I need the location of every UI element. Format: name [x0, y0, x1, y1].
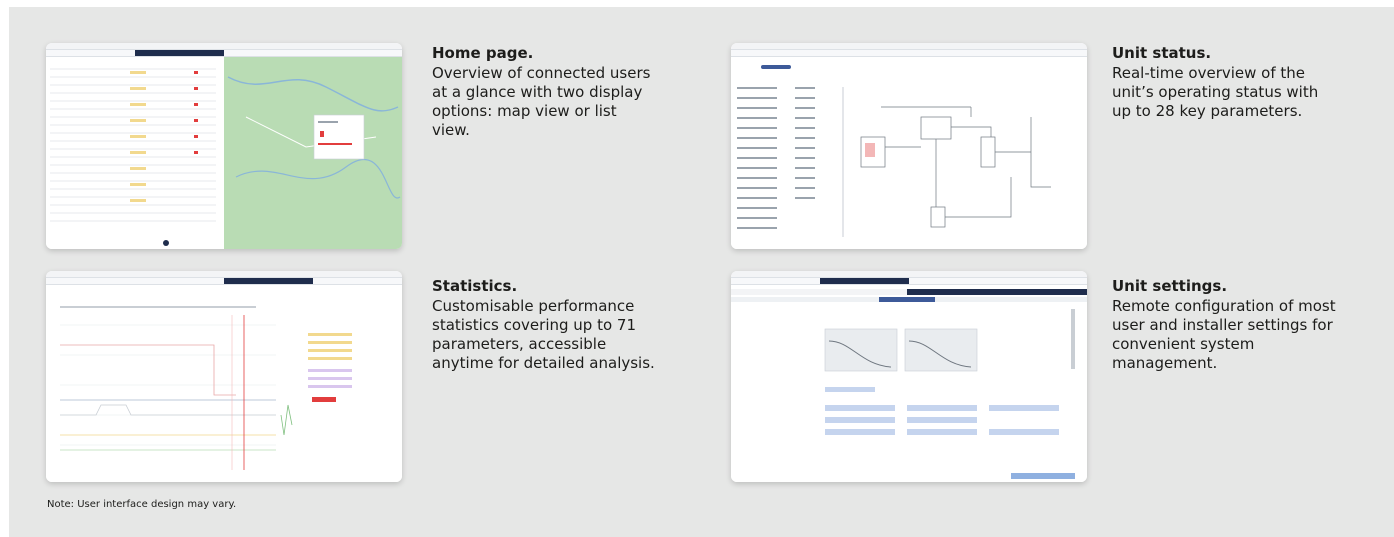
unit-settings-description: Remote configuration of most user and in…: [1112, 297, 1336, 372]
statistics-screenshot: [46, 271, 402, 482]
statistics-description: Customisable performance statistics cove…: [432, 297, 655, 372]
statistics-caption: Statistics. Customisable performance sta…: [432, 277, 657, 373]
home-page-screenshot: [46, 43, 402, 249]
footnote: Note: User interface design may vary.: [47, 499, 237, 510]
home-page-title: Home page.: [432, 44, 534, 62]
unit-status-screenshot: [731, 43, 1087, 249]
home-page-description: Overview of connected users at a glance …: [432, 64, 651, 139]
unit-settings-caption: Unit settings. Remote configuration of m…: [1112, 277, 1337, 373]
unit-status-description: Real-time overview of the unit’s operati…: [1112, 64, 1319, 120]
unit-status-title: Unit status.: [1112, 44, 1212, 62]
unit-status-caption: Unit status. Real-time overview of the u…: [1112, 44, 1337, 121]
statistics-title: Statistics.: [432, 277, 518, 295]
unit-settings-title: Unit settings.: [1112, 277, 1228, 295]
home-page-caption: Home page. Overview of connected users a…: [432, 44, 657, 140]
unit-settings-screenshot: [731, 271, 1087, 482]
